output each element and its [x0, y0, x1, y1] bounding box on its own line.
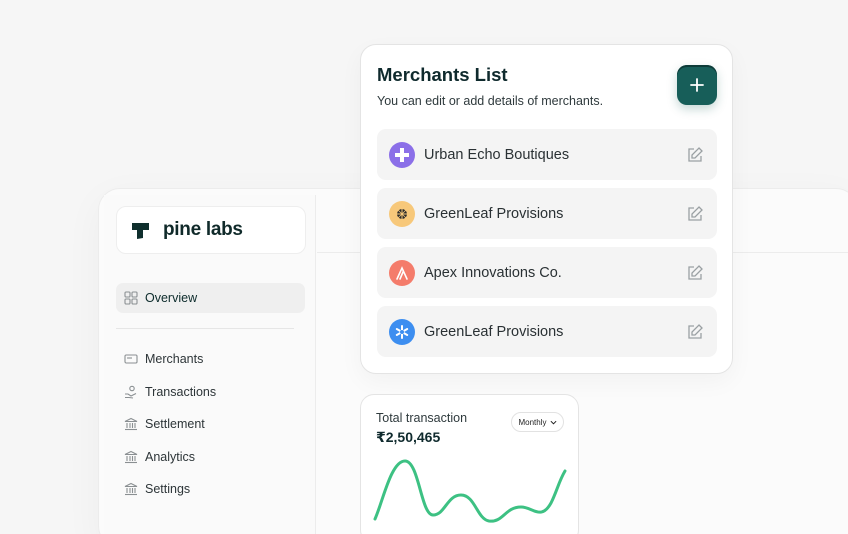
period-value: Monthly: [518, 417, 547, 427]
sidebar-item-label: Analytics: [145, 450, 196, 464]
sidebar-item-label: Settlement: [145, 417, 205, 431]
bank-icon: [124, 450, 138, 464]
snowflake-icon: [395, 324, 409, 339]
sidebar-item-label: Merchants: [145, 352, 204, 366]
merchant-avatar: [389, 259, 415, 286]
card-subtitle: You can edit or add details of merchants…: [377, 94, 604, 108]
sidebar-divider: [116, 328, 294, 329]
plus-icon: [690, 78, 704, 92]
brand-name: pine labs: [163, 219, 243, 240]
transaction-value: ₹2,50,465: [376, 429, 441, 445]
sidebar-item-analytics[interactable]: Analytics: [116, 442, 305, 472]
period-dropdown[interactable]: Monthly: [511, 412, 564, 432]
merchant-name: GreenLeaf Provisions: [424, 323, 564, 340]
hand-coins-icon: [124, 385, 138, 399]
grid-icon: [124, 291, 138, 305]
merchant-row[interactable]: Urban Echo Boutiques: [377, 129, 717, 180]
pine-labs-logo: [132, 223, 149, 239]
sidebar-item-settings[interactable]: Settings: [116, 474, 305, 504]
merchant-row[interactable]: Apex Innovations Co.: [377, 247, 717, 298]
merchant-avatar: [389, 200, 415, 227]
edit-icon[interactable]: [686, 323, 704, 341]
sidebar-item-settlement[interactable]: Settlement: [116, 409, 305, 439]
edit-icon[interactable]: [686, 205, 704, 223]
leaf-grid-icon: [396, 207, 408, 220]
merchant-row[interactable]: GreenLeaf Provisions: [377, 306, 717, 357]
card-icon: [124, 352, 138, 366]
transaction-label: Total transaction: [376, 411, 468, 425]
cross-flower-icon: [395, 147, 409, 162]
sidebar-item-merchants[interactable]: Merchants: [116, 344, 305, 374]
merchant-avatar: [389, 141, 415, 168]
merchant-avatar: [389, 318, 415, 345]
apex-icon: [396, 265, 408, 280]
transaction-trend-chart: [373, 459, 567, 523]
merchants-list-card: Merchants List You can edit or add detai…: [360, 44, 733, 374]
merchant-name: Urban Echo Boutiques: [424, 146, 570, 163]
sidebar-item-overview[interactable]: Overview: [116, 283, 305, 313]
total-transaction-card: Total transaction ₹2,50,465 Monthly: [360, 394, 579, 534]
brand-logo[interactable]: pine labs: [116, 206, 306, 254]
sidebar-item-label: Transactions: [145, 385, 217, 399]
sidebar-item-label: Overview: [145, 291, 198, 305]
card-title: Merchants List: [377, 64, 508, 85]
merchant-row[interactable]: GreenLeaf Provisions: [377, 188, 717, 239]
merchant-name: GreenLeaf Provisions: [424, 205, 564, 222]
chevron-down-icon: [550, 420, 556, 425]
add-merchant-button[interactable]: [677, 65, 717, 105]
sidebar-item-label: Settings: [145, 482, 191, 496]
sidebar-item-transactions[interactable]: Transactions: [116, 377, 305, 407]
edit-icon[interactable]: [686, 264, 704, 282]
bank-icon: [124, 417, 138, 431]
merchant-name: Apex Innovations Co.: [424, 264, 562, 281]
trend-line: [373, 459, 567, 523]
bank-icon: [124, 482, 138, 496]
edit-icon[interactable]: [686, 146, 704, 164]
